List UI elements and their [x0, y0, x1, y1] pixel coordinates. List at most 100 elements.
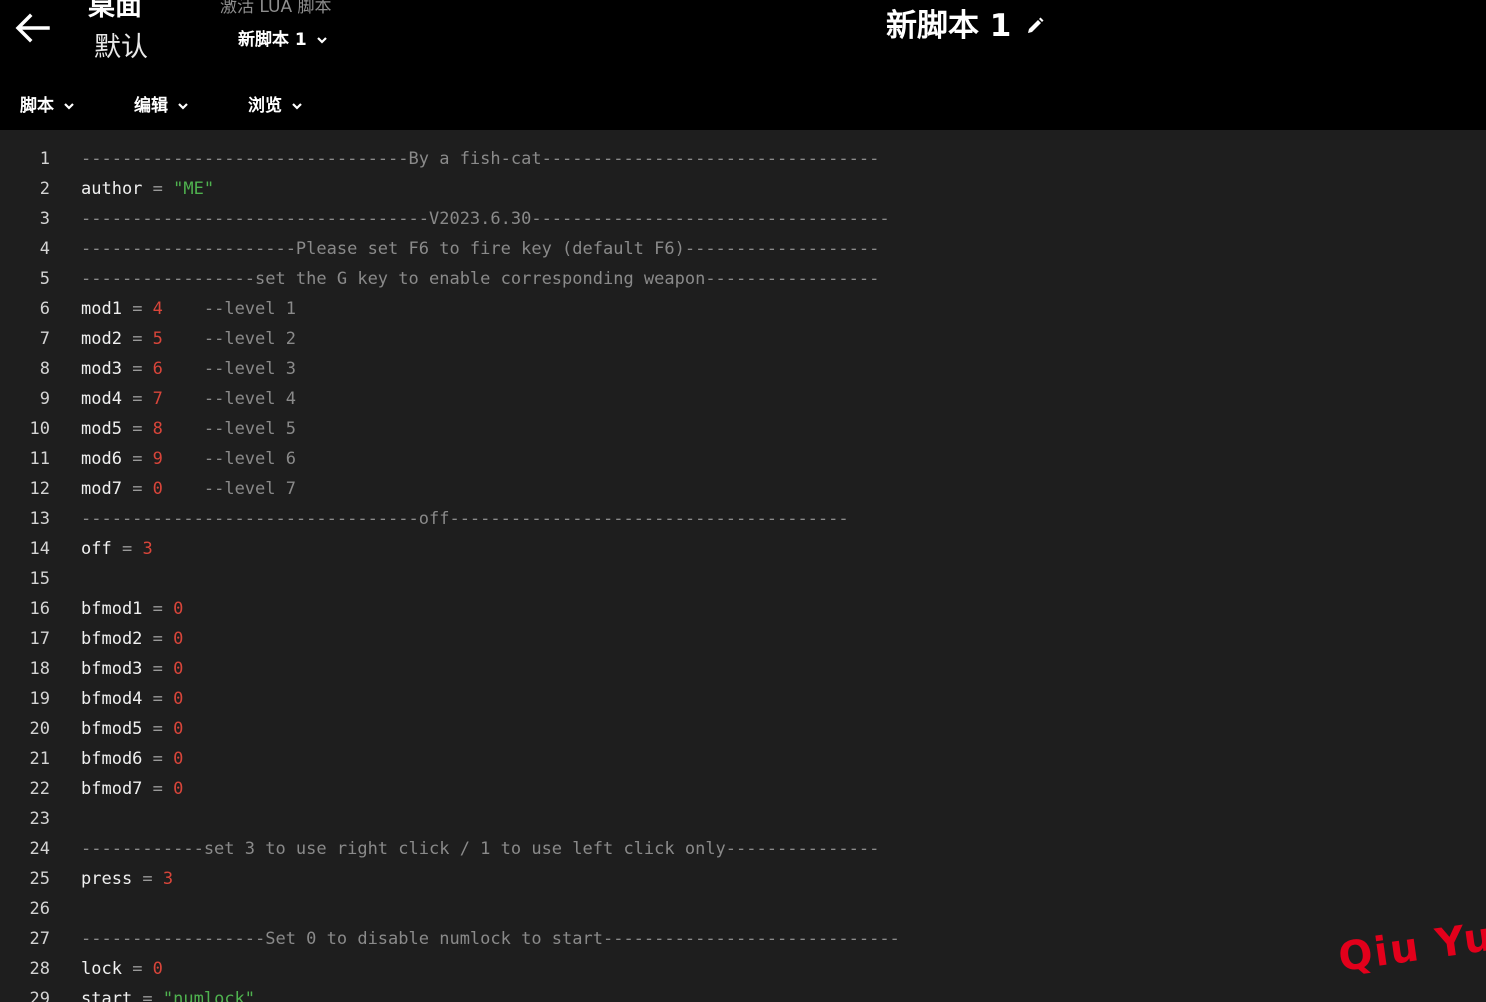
code-text[interactable]: mod7 = 0 --level 7: [81, 474, 296, 504]
code-text[interactable]: mod2 = 5 --level 2: [81, 324, 296, 354]
line-number: 26: [29, 899, 50, 919]
code-token: =: [132, 989, 163, 1002]
code-token: =: [121, 959, 153, 979]
line-number: 2: [39, 179, 50, 199]
script-select-dropdown[interactable]: 新脚本 1: [238, 28, 327, 52]
code-text[interactable]: lock = 0: [81, 954, 163, 984]
code-token: 3: [142, 539, 153, 559]
code-token: 0: [173, 599, 184, 619]
line-number: 7: [39, 329, 50, 349]
code-text[interactable]: ---------------------Please set F6 to fi…: [81, 234, 879, 264]
code-text[interactable]: bfmod1 = 0: [81, 594, 183, 624]
code-text[interactable]: ---------------------------------off----…: [81, 504, 849, 534]
code-token: =: [132, 869, 163, 889]
code-text[interactable]: bfmod2 = 0: [81, 624, 183, 654]
code-text[interactable]: --------------------------------By a fis…: [81, 144, 879, 174]
chevron-down-icon: [178, 103, 188, 110]
code-token: =: [142, 719, 174, 739]
code-token: =: [121, 479, 153, 499]
code-token: --level 4: [162, 389, 296, 409]
code-token: =: [142, 749, 174, 769]
code-line: 22 bfmod7 = 0: [0, 774, 1486, 804]
code-text[interactable]: mod1 = 4 --level 1: [81, 294, 296, 324]
code-text[interactable]: bfmod5 = 0: [81, 714, 183, 744]
menu-script-label: 脚本: [20, 96, 54, 116]
code-token: --level 3: [162, 359, 296, 379]
code-token: mod5: [81, 419, 122, 439]
code-text[interactable]: bfmod6 = 0: [81, 744, 183, 774]
code-text[interactable]: mod3 = 6 --level 3: [81, 354, 296, 384]
code-line: 25 press = 3: [0, 864, 1486, 894]
code-token: 0: [152, 479, 163, 499]
page-title: 桌面: [88, 0, 142, 22]
script-title-text: 新脚本 1: [886, 8, 1012, 44]
code-line: 27 ------------------Set 0 to disable num…: [0, 924, 1486, 954]
code-token: press: [81, 869, 133, 889]
code-token: 0: [173, 629, 184, 649]
code-text[interactable]: start = "numlock": [81, 984, 255, 1002]
code-token: 5: [152, 329, 163, 349]
code-line: 23: [0, 804, 1486, 834]
code-editor[interactable]: 1 --------------------------------By a fi…: [0, 130, 1486, 1002]
line-number: 1: [39, 149, 50, 169]
menu-script[interactable]: 脚本: [20, 94, 74, 118]
code-line: 14 off = 3: [0, 534, 1486, 564]
code-text[interactable]: mod4 = 7 --level 4: [81, 384, 296, 414]
code-lines: 1 --------------------------------By a fi…: [0, 144, 1486, 1002]
line-number: 24: [29, 839, 50, 859]
code-token: bfmod6: [81, 749, 143, 769]
code-token: 0: [173, 719, 184, 739]
code-token: 0: [173, 659, 184, 679]
code-text[interactable]: -----------------set the G key to enable…: [81, 264, 879, 294]
code-token: --------------------------------By a fis…: [81, 149, 880, 169]
code-token: off: [81, 539, 112, 559]
code-text[interactable]: bfmod4 = 0: [81, 684, 183, 714]
code-line: 12 mod7 = 0 --level 7: [0, 474, 1486, 504]
line-number: 20: [29, 719, 50, 739]
back-arrow-icon[interactable]: [14, 12, 52, 44]
menu-edit[interactable]: 编辑: [134, 94, 188, 118]
code-text[interactable]: bfmod7 = 0: [81, 774, 183, 804]
code-token: =: [142, 779, 174, 799]
line-number: 17: [29, 629, 50, 649]
code-line: 3 ----------------------------------V2023…: [0, 204, 1486, 234]
code-text[interactable]: ------------------Set 0 to disable numlo…: [81, 924, 900, 954]
code-line: 10 mod5 = 8 --level 5: [0, 414, 1486, 444]
line-number: 13: [29, 509, 50, 529]
code-token: ----------------------------------V2023.…: [81, 209, 890, 229]
code-text[interactable]: ----------------------------------V2023.…: [81, 204, 890, 234]
code-token: 0: [173, 749, 184, 769]
code-text[interactable]: off = 3: [81, 534, 153, 564]
code-text[interactable]: ------------set 3 to use right click / 1…: [81, 834, 879, 864]
code-line: 26: [0, 894, 1486, 924]
code-token: 3: [162, 869, 174, 889]
code-line: 9 mod4 = 7 --level 4: [0, 384, 1486, 414]
chevron-down-icon: [316, 37, 327, 44]
code-token: mod7: [81, 479, 122, 499]
code-token: =: [142, 659, 174, 679]
code-text[interactable]: mod5 = 8 --level 5: [81, 414, 296, 444]
line-number: 3: [39, 209, 50, 229]
line-number: 5: [39, 269, 50, 289]
code-line: 15: [0, 564, 1486, 594]
code-line: 17 bfmod2 = 0: [0, 624, 1486, 654]
code-line: 24 ------------set 3 to use right click /…: [0, 834, 1486, 864]
code-text[interactable]: mod6 = 9 --level 6: [81, 444, 296, 474]
code-text[interactable]: press = 3: [81, 864, 173, 894]
line-number: 18: [29, 659, 50, 679]
code-token: mod1: [81, 299, 122, 319]
code-text[interactable]: author = "ME": [81, 174, 214, 204]
code-token: 0: [152, 959, 163, 979]
code-line: 6 mod1 = 4 --level 1: [0, 294, 1486, 324]
line-number: 16: [29, 599, 50, 619]
line-number: 14: [29, 539, 50, 559]
chevron-down-icon: [64, 103, 74, 110]
code-token: 7: [152, 389, 163, 409]
menu-browse[interactable]: 浏览: [248, 94, 302, 118]
code-token: bfmod5: [81, 719, 143, 739]
code-text[interactable]: bfmod3 = 0: [81, 654, 183, 684]
line-number: 29: [29, 989, 50, 1002]
line-number: 15: [29, 569, 50, 589]
code-line: 2 author = "ME": [0, 174, 1486, 204]
pencil-icon[interactable]: [1025, 16, 1045, 36]
